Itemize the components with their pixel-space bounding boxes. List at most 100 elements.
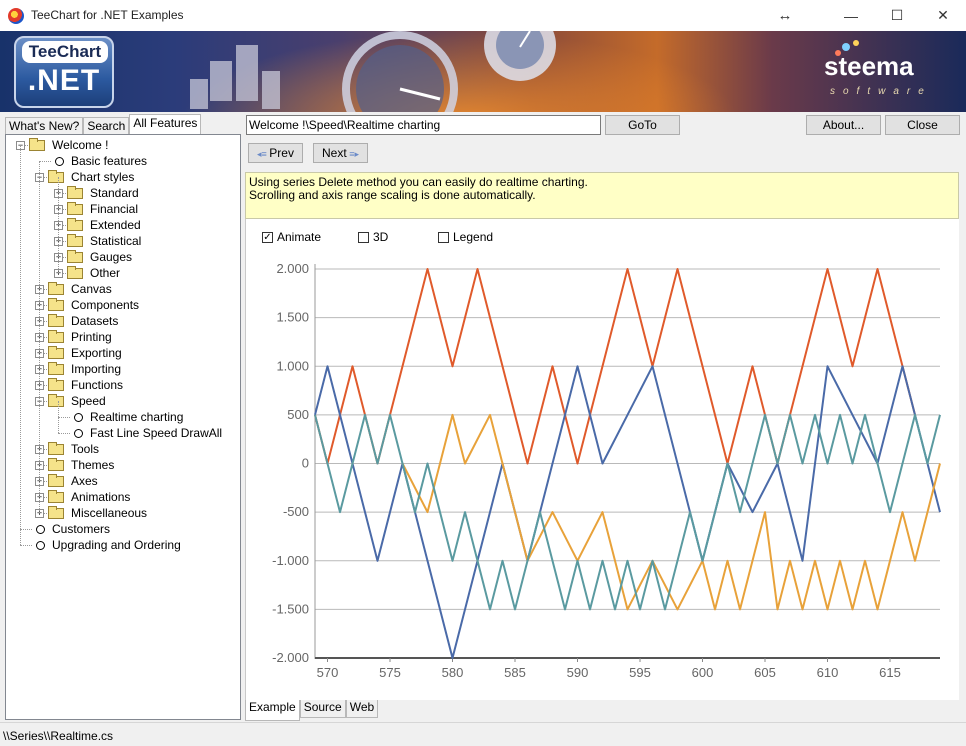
x-tick-label: 605 xyxy=(754,665,776,680)
description-line-2: Scrolling and axis range scaling is done… xyxy=(249,188,536,202)
x-tick-label: 615 xyxy=(879,665,901,680)
3d-checkbox[interactable] xyxy=(358,232,369,243)
x-tick-label: 580 xyxy=(442,665,464,680)
window-title: TeeChart for .NET Examples xyxy=(31,8,184,22)
tree-guide-line xyxy=(58,401,59,433)
tree-item[interactable]: + Importing xyxy=(6,361,240,377)
tab-all-features[interactable]: All Features xyxy=(129,114,202,136)
tree-item-label: Standard xyxy=(90,186,139,200)
tree-item-label: Welcome ! xyxy=(52,138,109,152)
tree-item[interactable]: + Animations xyxy=(6,489,240,505)
realtime-chart: 2.000 1.500 1.000 500 0 -500 -1.000 -1.500 -2.00… xyxy=(272,261,941,680)
tree-item[interactable]: Customers xyxy=(6,521,240,537)
tree-item[interactable]: Fast Line Speed DrawAll xyxy=(6,425,240,441)
tree-item-label: Axes xyxy=(71,474,98,488)
tree-item[interactable]: Upgrading and Ordering xyxy=(6,537,240,553)
status-text: \\Series\\Realtime.cs xyxy=(3,729,114,743)
folder-open-icon xyxy=(29,138,45,151)
folder-icon xyxy=(48,282,64,295)
next-label: Next xyxy=(322,146,347,160)
tree-item[interactable]: + Financial xyxy=(6,201,240,217)
y-tick-label: -1.500 xyxy=(272,601,309,616)
tree-item-label: Miscellaneous xyxy=(71,506,148,520)
path-input[interactable]: Welcome !\Speed\Realtime charting xyxy=(246,115,601,135)
folder-icon xyxy=(48,362,64,375)
tree-item[interactable]: + Printing xyxy=(6,329,240,345)
tree-item[interactable]: + Tools xyxy=(6,441,240,457)
folder-icon xyxy=(48,474,64,487)
tree-guide-line xyxy=(20,145,21,545)
teechart-logo: TeeChart .NET xyxy=(14,36,114,108)
logo-top-text: TeeChart xyxy=(22,41,108,63)
tree-item-label: Fast Line Speed DrawAll xyxy=(90,426,223,440)
tree-item[interactable]: + Statistical xyxy=(6,233,240,249)
tab-source[interactable]: Source xyxy=(299,700,346,718)
tree-item[interactable]: + Exporting xyxy=(6,345,240,361)
leaf-circle-icon xyxy=(74,429,83,438)
animate-checkbox[interactable]: ✓ xyxy=(262,232,273,243)
tree-item[interactable]: + Gauges xyxy=(6,249,240,265)
folder-icon xyxy=(48,506,64,519)
left-tabs: What's New? Search All Features xyxy=(5,114,202,136)
steema-sub: software xyxy=(830,86,932,97)
tree-item-label: Printing xyxy=(71,330,112,344)
tree-item-label: Speed xyxy=(71,394,106,408)
folder-icon xyxy=(67,250,83,263)
legend-checkbox[interactable] xyxy=(438,232,449,243)
tree-item[interactable]: + Extended xyxy=(6,217,240,233)
tree-item-label: Other xyxy=(90,266,121,280)
tree-item[interactable]: − Welcome ! xyxy=(6,137,240,153)
tree-item[interactable]: Basic features xyxy=(6,153,240,169)
close-window-button[interactable]: ✕ xyxy=(920,0,966,31)
tree-item[interactable]: + Miscellaneous xyxy=(6,505,240,521)
y-tick-label: 2.000 xyxy=(276,261,309,276)
tree-item[interactable]: + Axes xyxy=(6,473,240,489)
tree-item[interactable]: + Other xyxy=(6,265,240,281)
tree-item[interactable]: + Themes xyxy=(6,457,240,473)
tree-item[interactable]: + Components xyxy=(6,297,240,313)
tree-guide-line xyxy=(39,161,40,513)
tree-item[interactable]: Realtime charting xyxy=(6,409,240,425)
tree-item[interactable]: − Speed xyxy=(6,393,240,409)
tree-item[interactable]: + Standard xyxy=(6,185,240,201)
goto-button[interactable]: GoTo xyxy=(605,115,680,135)
tree-item[interactable]: + Functions xyxy=(6,377,240,393)
tree-item-label: Gauges xyxy=(90,250,133,264)
tab-web[interactable]: Web xyxy=(345,700,379,718)
x-tick-label: 595 xyxy=(629,665,651,680)
tree-item[interactable]: + Canvas xyxy=(6,281,240,297)
tree-guide-line xyxy=(58,177,59,273)
close-button[interactable]: Close xyxy=(885,115,960,135)
x-tick-label: 590 xyxy=(567,665,589,680)
feature-tree[interactable]: − Welcome ! Basic features − Chart styles + St… xyxy=(5,134,241,720)
tree-connector xyxy=(20,545,32,546)
tree-item-label: Exporting xyxy=(71,346,122,360)
y-tick-label: -500 xyxy=(283,504,309,519)
tree-connector xyxy=(39,161,51,162)
prev-button[interactable]: ◂≡ Prev xyxy=(248,143,303,163)
tree-item-label: Datasets xyxy=(71,314,119,328)
folder-open-icon xyxy=(48,170,64,183)
y-tick-label: 0 xyxy=(302,456,309,471)
x-tick-label: 575 xyxy=(379,665,401,680)
tree-item-label: Customers xyxy=(52,522,111,536)
status-bar: \\Series\\Realtime.cs xyxy=(0,722,966,746)
tree-item-label: Importing xyxy=(71,362,122,376)
tree-item[interactable]: − Chart styles xyxy=(6,169,240,185)
next-button[interactable]: Next ≡▸ xyxy=(313,143,368,163)
title-bar: TeeChart for .NET Examples ↔ — ☐ ✕ xyxy=(0,0,966,31)
tree-item-label: Animations xyxy=(71,490,131,504)
folder-icon xyxy=(67,186,83,199)
about-button[interactable]: About... xyxy=(806,115,881,135)
y-tick-label: -1.000 xyxy=(272,553,309,568)
tree-item-label: Financial xyxy=(90,202,139,216)
tree-item-label: Components xyxy=(71,298,140,312)
banner: TeeChart .NET steema software xyxy=(0,31,966,112)
maximize-button[interactable]: ☐ xyxy=(874,0,920,31)
minimize-button[interactable]: — xyxy=(828,0,874,31)
tab-example[interactable]: Example xyxy=(245,700,300,721)
folder-open-icon xyxy=(48,394,64,407)
tree-item-label: Canvas xyxy=(71,282,112,296)
app-icon xyxy=(8,8,24,24)
tree-item[interactable]: + Datasets xyxy=(6,313,240,329)
